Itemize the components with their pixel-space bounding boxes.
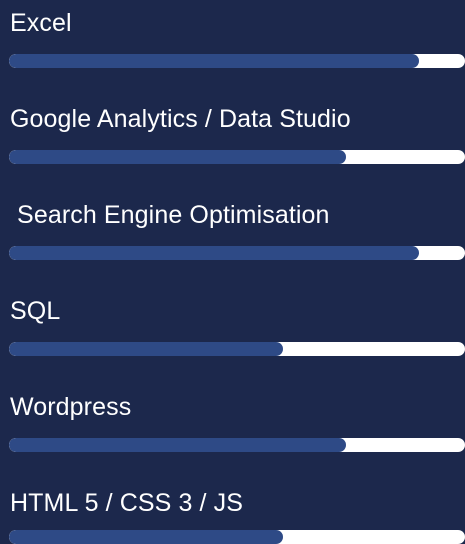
skill-bar-track xyxy=(9,246,465,260)
skill-bar-fill xyxy=(9,150,347,164)
skill-label: Search Engine Optimisation xyxy=(10,201,330,229)
skill-bar-fill xyxy=(9,342,283,356)
skill-bar-fill xyxy=(9,246,420,260)
skill-bar-track xyxy=(9,530,465,544)
skill-label: HTML 5 / CSS 3 / JS xyxy=(10,489,243,517)
skill-bar-fill xyxy=(9,54,420,68)
skill-label: Wordpress xyxy=(10,393,132,421)
skill-label: Google Analytics / Data Studio xyxy=(10,105,351,133)
skill-bar-track xyxy=(9,150,465,164)
skill-bar-track xyxy=(9,342,465,356)
skill-bar-track xyxy=(9,438,465,452)
skill-label: SQL xyxy=(10,297,61,325)
skill-bar-fill xyxy=(9,530,283,544)
skill-bar-track xyxy=(9,54,465,68)
skill-bar-fill xyxy=(9,438,347,452)
skill-label: Excel xyxy=(10,9,72,37)
